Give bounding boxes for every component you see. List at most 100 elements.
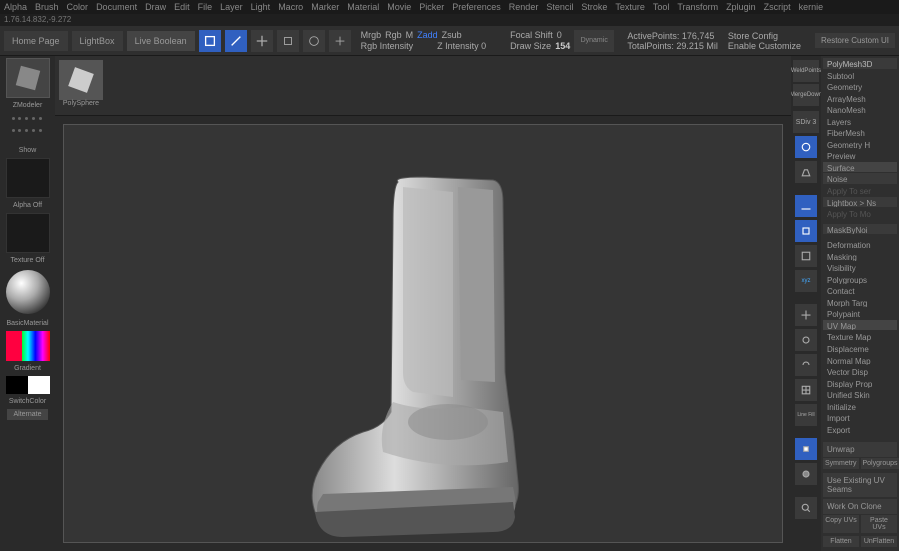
polypaint-menu[interactable]: Polypaint bbox=[823, 308, 897, 319]
texture-thumbnail[interactable] bbox=[6, 213, 50, 253]
lightbox-tab[interactable]: LightBox bbox=[72, 31, 123, 51]
store-config-button[interactable]: Store Config bbox=[728, 31, 778, 41]
layers-menu[interactable]: Layers bbox=[823, 116, 897, 127]
transp-icon[interactable]: Line Fill bbox=[795, 404, 817, 426]
geometry-menu[interactable]: Geometry bbox=[823, 81, 897, 92]
visibility-menu[interactable]: Visibility bbox=[823, 262, 897, 273]
fibermesh-menu[interactable]: FiberMesh bbox=[823, 127, 897, 138]
scale-view-icon[interactable] bbox=[795, 329, 817, 351]
menu-layer[interactable]: Layer bbox=[220, 2, 243, 12]
menu-alpha[interactable]: Alpha bbox=[4, 2, 27, 12]
gizmo-icon[interactable] bbox=[329, 30, 351, 52]
menu-tool[interactable]: Tool bbox=[653, 2, 670, 12]
morph-target-menu[interactable]: Morph Targ bbox=[823, 297, 897, 308]
m-toggle[interactable]: M bbox=[406, 30, 414, 40]
unified-skin-menu[interactable]: Unified Skin bbox=[823, 389, 897, 400]
copy-uvs-button[interactable]: Copy UVs bbox=[823, 515, 859, 533]
floor-icon[interactable] bbox=[795, 195, 817, 217]
deformation-menu[interactable]: Deformation bbox=[823, 239, 897, 250]
scale-mode-icon[interactable] bbox=[277, 30, 299, 52]
displacement-menu[interactable]: Displaceme bbox=[823, 343, 897, 354]
geometryhd-menu[interactable]: Geometry H bbox=[823, 139, 897, 150]
lightbox-noise-button[interactable]: Lightbox > Ns bbox=[823, 197, 897, 208]
move-view-icon[interactable] bbox=[795, 304, 817, 326]
surface-menu[interactable]: Surface bbox=[823, 162, 897, 173]
zadd-toggle[interactable]: Zadd bbox=[417, 30, 438, 40]
menu-zscript[interactable]: Zscript bbox=[764, 2, 791, 12]
alpha-thumbnail[interactable] bbox=[6, 158, 50, 198]
menu-stencil[interactable]: Stencil bbox=[546, 2, 573, 12]
sdiv-slider[interactable]: SDiv 3 bbox=[793, 111, 819, 133]
alternate-button[interactable]: Alternate bbox=[7, 409, 47, 420]
menu-light[interactable]: Light bbox=[251, 2, 271, 12]
masking-menu[interactable]: Masking bbox=[823, 251, 897, 262]
xyz-icon[interactable]: xyz bbox=[795, 270, 817, 292]
solo-icon[interactable] bbox=[795, 438, 817, 460]
work-on-clone-button[interactable]: Work On Clone bbox=[823, 499, 897, 514]
perspective-icon[interactable] bbox=[795, 161, 817, 183]
menu-brush[interactable]: Brush bbox=[35, 2, 59, 12]
tool-header[interactable]: PolyMesh3D bbox=[823, 58, 897, 69]
menu-kernie[interactable]: kernie bbox=[799, 2, 824, 12]
mrgb-toggle[interactable]: Mrgb bbox=[361, 30, 382, 40]
frame-icon[interactable] bbox=[795, 245, 817, 267]
apply-mesh-button[interactable]: Apply To Mo bbox=[823, 208, 897, 219]
switch-color-label[interactable]: SwitchColor bbox=[9, 398, 46, 405]
menu-document[interactable]: Document bbox=[96, 2, 137, 12]
menu-movie[interactable]: Movie bbox=[387, 2, 411, 12]
menu-picker[interactable]: Picker bbox=[419, 2, 444, 12]
menu-stroke[interactable]: Stroke bbox=[581, 2, 607, 12]
color-picker[interactable] bbox=[6, 331, 50, 361]
menu-render[interactable]: Render bbox=[509, 2, 539, 12]
arraymesh-menu[interactable]: ArrayMesh bbox=[823, 93, 897, 104]
menu-zplugin[interactable]: Zplugin bbox=[726, 2, 756, 12]
symmetry-button[interactable]: Symmetry bbox=[823, 458, 859, 469]
use-existing-uv-button[interactable]: Use Existing UV Seams bbox=[823, 473, 897, 497]
menu-preferences[interactable]: Preferences bbox=[452, 2, 501, 12]
export-menu[interactable]: Export bbox=[823, 424, 897, 435]
preview-menu[interactable]: Preview bbox=[823, 150, 897, 161]
import-menu[interactable]: Import bbox=[823, 412, 897, 423]
flatten-button[interactable]: Flatten bbox=[823, 536, 859, 547]
polysphere-thumbnail[interactable] bbox=[59, 60, 103, 100]
unwrap-button[interactable]: Unwrap bbox=[823, 442, 897, 457]
unflatten-button[interactable]: UnFlatten bbox=[861, 536, 897, 547]
focal-shift-value[interactable]: 0 bbox=[557, 30, 562, 40]
display-prop-menu[interactable]: Display Prop bbox=[823, 378, 897, 389]
initialize-menu[interactable]: Initialize bbox=[823, 401, 897, 412]
menu-texture[interactable]: Texture bbox=[615, 2, 645, 12]
vector-disp-menu[interactable]: Vector Disp bbox=[823, 366, 897, 377]
merge-down-button[interactable]: MergeDown bbox=[793, 84, 819, 106]
zsub-toggle[interactable]: Zsub bbox=[442, 30, 462, 40]
menu-edit[interactable]: Edit bbox=[174, 2, 190, 12]
z-intensity-slider[interactable]: Z Intensity 0 bbox=[437, 41, 486, 51]
uv-map-menu[interactable]: UV Map bbox=[823, 320, 897, 331]
edit-mode-icon[interactable] bbox=[199, 30, 221, 52]
menu-macro[interactable]: Macro bbox=[278, 2, 303, 12]
menu-draw[interactable]: Draw bbox=[145, 2, 166, 12]
draw-size-value[interactable]: 154 bbox=[555, 41, 570, 51]
home-page-tab[interactable]: Home Page bbox=[4, 31, 68, 51]
stroke-dots-icon[interactable] bbox=[8, 113, 48, 143]
local-icon[interactable] bbox=[795, 220, 817, 242]
draw-mode-icon[interactable] bbox=[225, 30, 247, 52]
ghost-icon[interactable] bbox=[795, 463, 817, 485]
rotate-view-icon[interactable] bbox=[795, 354, 817, 376]
polygroups-menu[interactable]: Polygroups bbox=[823, 274, 897, 285]
apply-noise-button[interactable]: Apply To ser bbox=[823, 185, 897, 196]
move-mode-icon[interactable] bbox=[251, 30, 273, 52]
rotate-mode-icon[interactable] bbox=[303, 30, 325, 52]
polyframe-icon[interactable] bbox=[795, 379, 817, 401]
rgb-toggle[interactable]: Rgb bbox=[385, 30, 402, 40]
restore-custom-ui-button[interactable]: Restore Custom UI bbox=[815, 33, 895, 48]
bpr-render-icon[interactable] bbox=[795, 136, 817, 158]
color-swatches[interactable] bbox=[6, 376, 50, 394]
normal-map-menu[interactable]: Normal Map bbox=[823, 355, 897, 366]
menu-transform[interactable]: Transform bbox=[677, 2, 718, 12]
noise-button[interactable]: Noise bbox=[823, 173, 897, 184]
mask-by-noise-button[interactable]: MaskByNoi bbox=[823, 224, 897, 235]
live-boolean-tab[interactable]: Live Boolean bbox=[127, 31, 195, 51]
contact-menu[interactable]: Contact bbox=[823, 285, 897, 296]
zoom-icon[interactable] bbox=[795, 497, 817, 519]
menu-file[interactable]: File bbox=[198, 2, 213, 12]
